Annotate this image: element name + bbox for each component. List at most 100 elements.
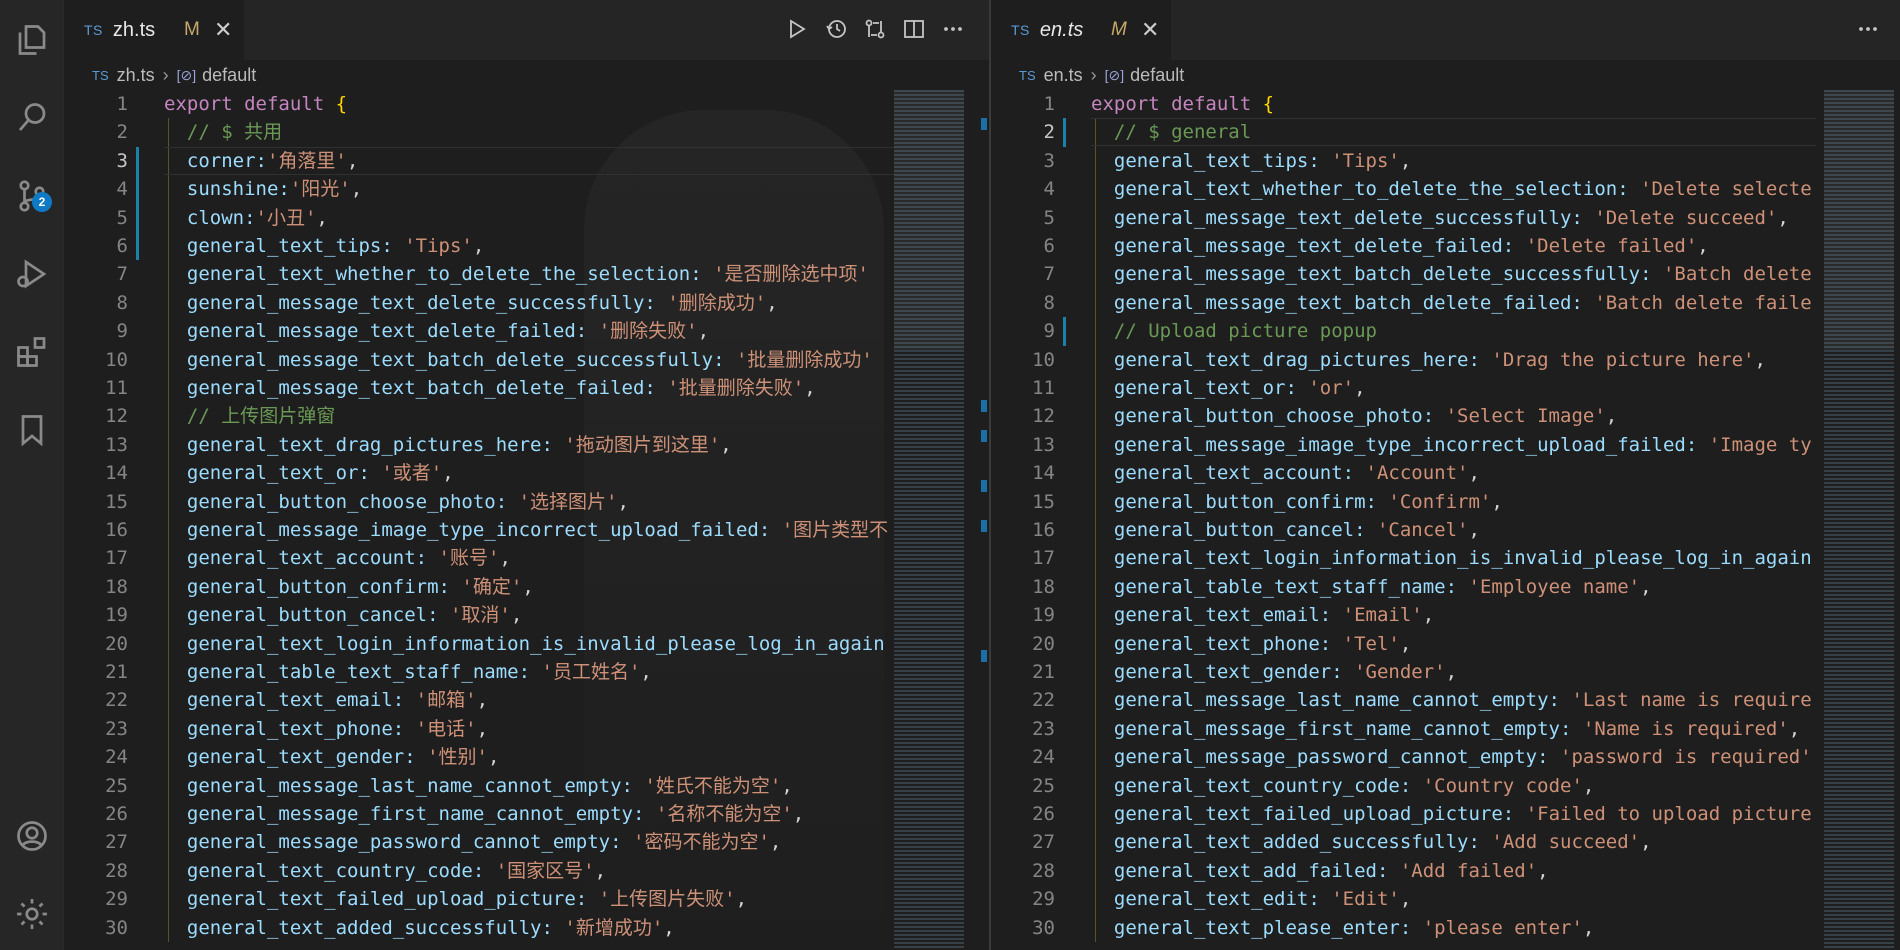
code-line[interactable]: 23 general_text_phone: '电话', xyxy=(64,715,894,743)
code-line[interactable]: 17 general_text_account: '账号', xyxy=(64,544,894,572)
minimap[interactable] xyxy=(1824,90,1894,950)
breadcrumb-file[interactable]: zh.ts xyxy=(117,65,155,86)
code-line[interactable]: 30 general_text_added_successfully: '新增成… xyxy=(64,914,894,942)
tab-zh-ts[interactable]: TS zh.ts M ✕ xyxy=(64,0,244,60)
line-number: 20 xyxy=(105,632,128,655)
code-line[interactable]: 7 general_text_whether_to_delete_the_sel… xyxy=(64,260,894,288)
minimap[interactable] xyxy=(894,90,964,950)
code-key: general_text_failed_upload_picture: xyxy=(164,888,599,911)
code-string: 'please enter' xyxy=(1422,916,1583,939)
code-line[interactable]: 20 general_text_phone: 'Tel', xyxy=(991,630,1816,658)
code-punctuation: , xyxy=(316,206,328,229)
code-line[interactable]: 10 general_message_text_batch_delete_suc… xyxy=(64,346,894,374)
more-actions-icon[interactable] xyxy=(1853,14,1883,44)
code-line[interactable]: 10 general_text_drag_pictures_here: 'Dra… xyxy=(991,346,1816,374)
code-line[interactable]: 22 general_text_email: '邮箱', xyxy=(64,686,894,714)
code-line[interactable]: 13 general_message_image_type_incorrect_… xyxy=(991,431,1816,459)
code-line[interactable]: 28 general_text_country_code: '国家区号', xyxy=(64,857,894,885)
line-number: 21 xyxy=(105,661,128,683)
code-string: 'Name is required' xyxy=(1582,717,1789,740)
code-line[interactable]: 15 general_button_confirm: 'Confirm', xyxy=(991,488,1816,516)
code-text: general_message_password_cannot_empty: '… xyxy=(164,828,781,856)
scrollbar[interactable] xyxy=(981,90,987,950)
code-line[interactable]: 12 general_button_choose_photo: 'Select … xyxy=(991,402,1816,430)
run-debug-icon[interactable] xyxy=(8,250,56,298)
more-actions-icon[interactable] xyxy=(938,14,968,44)
code-line[interactable]: 29 general_text_edit: 'Edit', xyxy=(991,885,1816,913)
code-line[interactable]: 20 general_text_login_information_is_inv… xyxy=(64,630,894,658)
code-line[interactable]: 14 general_text_or: '或者', xyxy=(64,459,894,487)
run-icon[interactable] xyxy=(782,14,812,44)
code-editor[interactable]: 1 export default {2 // $ 共用 3 corner:'角落里'… xyxy=(64,90,894,950)
code-line[interactable]: 2 // $ 共用 xyxy=(64,118,894,146)
code-line[interactable]: 29 general_text_failed_upload_picture: '… xyxy=(64,885,894,913)
code-line[interactable]: 24 general_text_gender: '性别', xyxy=(64,743,894,771)
source-control-icon[interactable]: 2 xyxy=(8,172,56,220)
code-line[interactable]: 4 general_text_whether_to_delete_the_sel… xyxy=(991,175,1816,203)
close-icon[interactable]: ✕ xyxy=(214,17,232,43)
code-line[interactable]: 21 general_text_gender: 'Gender', xyxy=(991,658,1816,686)
code-line[interactable]: 27 general_text_added_successfully: 'Add… xyxy=(991,828,1816,856)
close-icon[interactable]: ✕ xyxy=(1141,17,1159,43)
code-line[interactable]: 13 general_text_drag_pictures_here: '拖动图… xyxy=(64,431,894,459)
code-editor[interactable]: 1 export default {2 // $ general 3 general… xyxy=(991,90,1816,950)
code-line[interactable]: 5 general_message_text_delete_successful… xyxy=(991,204,1816,232)
code-line[interactable]: 5 clown:'小丑', xyxy=(64,204,894,232)
code-line[interactable]: 9 general_message_text_delete_failed: '删… xyxy=(64,317,894,345)
code-line[interactable]: 22 general_message_last_name_cannot_empt… xyxy=(991,686,1816,714)
code-line[interactable]: 27 general_message_password_cannot_empty… xyxy=(64,828,894,856)
extensions-icon[interactable] xyxy=(8,328,56,376)
tab-en-ts[interactable]: TS en.ts M ✕ xyxy=(991,0,1171,60)
code-line[interactable]: 3 general_text_tips: 'Tips', xyxy=(991,147,1816,175)
code-line[interactable]: 2 // $ general xyxy=(991,118,1816,146)
code-line[interactable]: 8 general_message_text_delete_successful… xyxy=(64,289,894,317)
code-line[interactable]: 28 general_text_add_failed: 'Add failed'… xyxy=(991,857,1816,885)
breadcrumb-file[interactable]: en.ts xyxy=(1044,65,1083,86)
code-line[interactable]: 16 general_message_image_type_incorrect_… xyxy=(64,516,894,544)
line-number: 4 xyxy=(1043,178,1055,201)
code-line[interactable]: 18 general_table_text_staff_name: 'Emplo… xyxy=(991,573,1816,601)
code-line[interactable]: 26 general_message_first_name_cannot_emp… xyxy=(64,800,894,828)
gear-icon[interactable] xyxy=(8,890,56,938)
code-line[interactable]: 30 general_text_please_enter: 'please en… xyxy=(991,914,1816,942)
code-line[interactable]: 14 general_text_account: 'Account', xyxy=(991,459,1816,487)
code-string: 'Batch delete faile xyxy=(1594,291,1812,314)
code-line[interactable]: 1 export default { xyxy=(64,90,894,118)
code-line[interactable]: 9 // Upload picture popup xyxy=(991,317,1816,345)
code-line[interactable]: 25 general_text_country_code: 'Country c… xyxy=(991,772,1816,800)
minimap-viewport[interactable] xyxy=(1824,90,1894,350)
code-line[interactable]: 11 general_message_text_batch_delete_fai… xyxy=(64,374,894,402)
code-line[interactable]: 18 general_button_confirm: '确定', xyxy=(64,573,894,601)
code-line[interactable]: 24 general_message_password_cannot_empty… xyxy=(991,743,1816,771)
typescript-icon: TS xyxy=(84,22,103,38)
account-icon[interactable] xyxy=(8,812,56,860)
code-line[interactable]: 26 general_text_failed_upload_picture: '… xyxy=(991,800,1816,828)
timeline-icon[interactable] xyxy=(821,14,851,44)
code-line[interactable]: 19 general_text_email: 'Email', xyxy=(991,601,1816,629)
code-line[interactable]: 3 corner:'角落里', xyxy=(64,147,894,175)
compare-changes-icon[interactable] xyxy=(860,14,890,44)
search-icon[interactable] xyxy=(8,94,56,142)
code-line[interactable]: 6 general_message_text_delete_failed: 'D… xyxy=(991,232,1816,260)
code-line[interactable]: 4 sunshine:'阳光', xyxy=(64,175,894,203)
split-editor-icon[interactable] xyxy=(899,14,929,44)
breadcrumb-symbol[interactable]: default xyxy=(1130,65,1184,86)
code-line[interactable]: 1 export default { xyxy=(991,90,1816,118)
explorer-icon[interactable] xyxy=(8,16,56,64)
code-line[interactable]: 25 general_message_last_name_cannot_empt… xyxy=(64,772,894,800)
code-line[interactable]: 6 general_text_tips: 'Tips', xyxy=(64,232,894,260)
code-line[interactable]: 11 general_text_or: 'or', xyxy=(991,374,1816,402)
code-line[interactable]: 15 general_button_choose_photo: '选择图片', xyxy=(64,488,894,516)
code-line[interactable]: 16 general_button_cancel: 'Cancel', xyxy=(991,516,1816,544)
code-line[interactable]: 23 general_message_first_name_cannot_emp… xyxy=(991,715,1816,743)
code-line[interactable]: 12 // 上传图片弹窗 xyxy=(64,402,894,430)
code-line[interactable]: 19 general_button_cancel: '取消', xyxy=(64,601,894,629)
bookmark-icon[interactable] xyxy=(8,406,56,454)
code-line[interactable]: 17 general_text_login_information_is_inv… xyxy=(991,544,1816,572)
breadcrumb-symbol[interactable]: default xyxy=(202,65,256,86)
code-line[interactable]: 21 general_table_text_staff_name: '员工姓名'… xyxy=(64,658,894,686)
code-line[interactable]: 8 general_message_text_batch_delete_fail… xyxy=(991,289,1816,317)
minimap-viewport[interactable] xyxy=(894,90,964,350)
code-punctuation: , xyxy=(804,377,816,399)
code-line[interactable]: 7 general_message_text_batch_delete_succ… xyxy=(991,260,1816,288)
